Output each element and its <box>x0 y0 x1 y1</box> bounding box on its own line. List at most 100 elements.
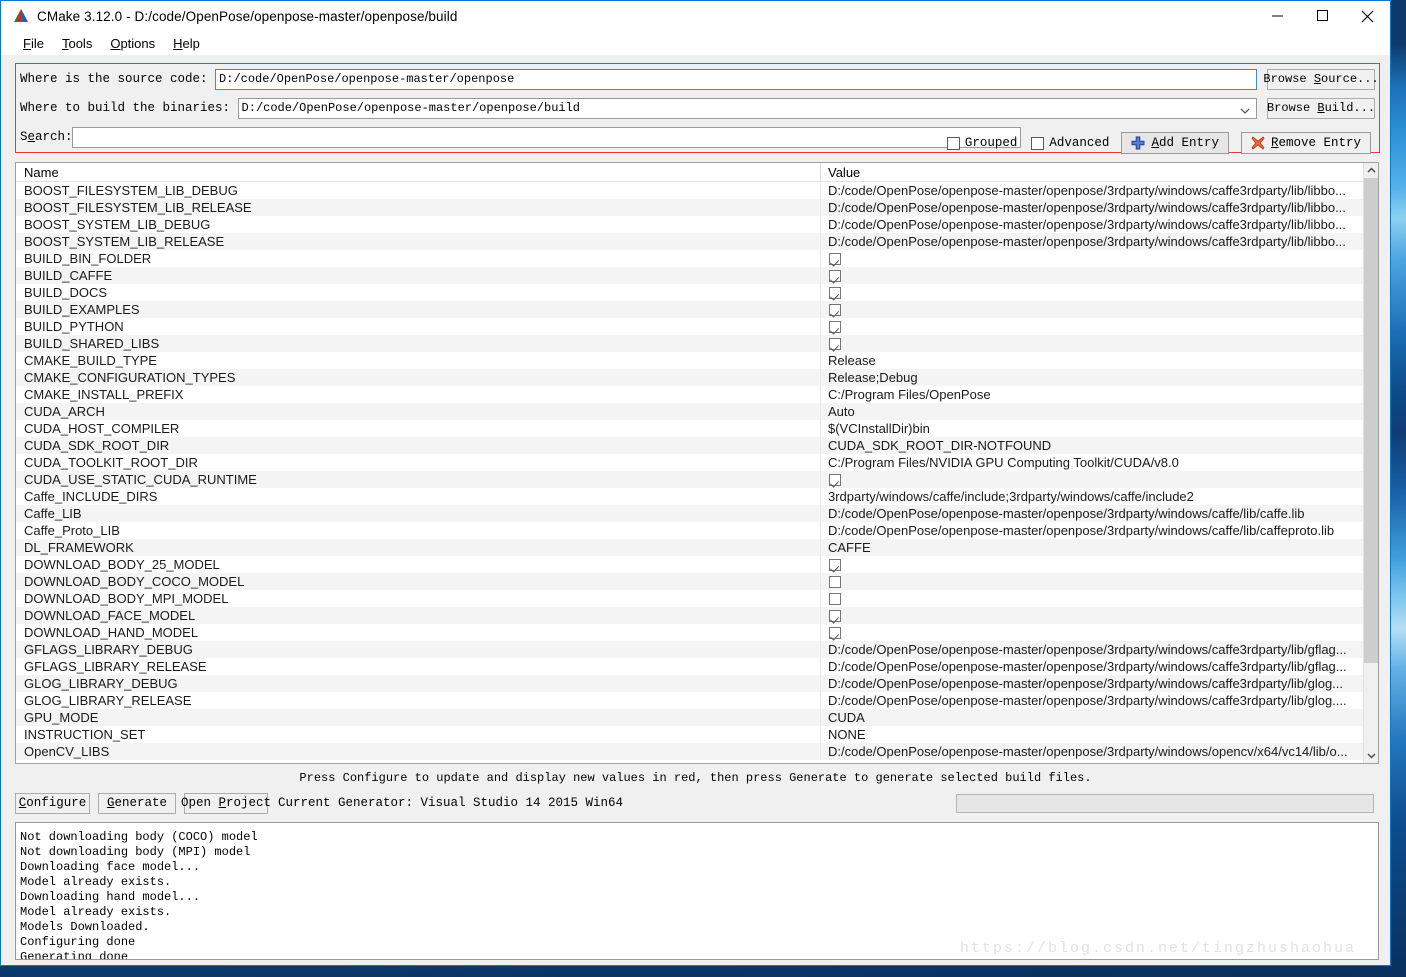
table-row[interactable]: BUILD_DOCS <box>16 284 1363 301</box>
cache-variable-value[interactable]: D:/code/OpenPose/openpose-master/openpos… <box>820 641 1363 658</box>
table-row[interactable]: GLOG_LIBRARY_RELEASE D:/code/OpenPose/ope… <box>16 692 1363 709</box>
table-row[interactable]: DOWNLOAD_FACE_MODEL <box>16 607 1363 624</box>
value-checkbox[interactable] <box>829 473 841 486</box>
scroll-up-icon[interactable] <box>1363 163 1378 178</box>
cache-variable-value[interactable]: Release;Debug <box>820 369 1363 386</box>
table-row[interactable]: BUILD_EXAMPLES <box>16 301 1363 318</box>
table-row[interactable]: CMAKE_CONFIGURATION_TYPES Release;Debug <box>16 369 1363 386</box>
cache-variable-value[interactable] <box>820 301 1363 318</box>
column-header-name[interactable]: Name <box>16 163 820 181</box>
table-row[interactable]: GFLAGS_LIBRARY_RELEASE D:/code/OpenPose/o… <box>16 658 1363 675</box>
table-row[interactable]: BOOST_SYSTEM_LIB_DEBUG D:/code/OpenPose/o… <box>16 216 1363 233</box>
table-row[interactable]: DOWNLOAD_HAND_MODEL <box>16 624 1363 641</box>
cache-variable-value[interactable]: D:/code/OpenPose/openpose-master/openpos… <box>820 233 1363 250</box>
add-entry-button[interactable]: Add Entry <box>1121 132 1229 154</box>
table-row[interactable]: OpenCV_LIBS D:/code/OpenPose/openpose-mas… <box>16 743 1363 760</box>
table-row[interactable]: Caffe_INCLUDE_DIRS 3rdparty/windows/caffe… <box>16 488 1363 505</box>
cache-variable-value[interactable] <box>820 607 1363 624</box>
cache-variable-value[interactable] <box>820 267 1363 284</box>
table-row[interactable]: CUDA_SDK_ROOT_DIR CUDA_SDK_ROOT_DIR-NOTFO… <box>16 437 1363 454</box>
menu-help[interactable]: Help <box>165 34 210 53</box>
cache-variable-value[interactable]: D:/code/OpenPose/openpose-master/openpos… <box>820 505 1363 522</box>
table-row[interactable]: CUDA_ARCH Auto <box>16 403 1363 420</box>
value-checkbox[interactable] <box>829 609 841 622</box>
value-checkbox[interactable] <box>829 286 841 299</box>
cache-variable-value[interactable]: D:/code/OpenPose/openpose-master/openpos… <box>820 182 1363 199</box>
table-row[interactable]: Caffe_LIB D:/code/OpenPose/openpose-maste… <box>16 505 1363 522</box>
source-path-input[interactable] <box>215 68 1257 90</box>
minimize-icon[interactable] <box>1255 1 1300 31</box>
table-row[interactable]: CUDA_HOST_COMPILER $(VCInstallDir)bin <box>16 420 1363 437</box>
cache-variable-value[interactable]: D:/code/OpenPose/openpose-master/openpos… <box>820 675 1363 692</box>
cache-variable-value[interactable] <box>820 556 1363 573</box>
cache-variable-value[interactable]: CUDA <box>820 709 1363 726</box>
cache-variable-value[interactable]: D:/code/OpenPose/openpose-master/openpos… <box>820 658 1363 675</box>
cache-variable-value[interactable] <box>820 471 1363 488</box>
advanced-checkbox[interactable]: Advanced <box>1031 136 1109 150</box>
table-vertical-scrollbar[interactable] <box>1363 163 1378 763</box>
advanced-checkbox-box[interactable] <box>1031 136 1045 150</box>
table-row[interactable]: BUILD_PYTHON <box>16 318 1363 335</box>
cache-variable-value[interactable]: C:/Program Files/OpenPose <box>820 386 1363 403</box>
table-row[interactable]: CUDA_TOOLKIT_ROOT_DIR C:/Program Files/NV… <box>16 454 1363 471</box>
close-icon[interactable] <box>1345 1 1390 31</box>
table-row[interactable]: INSTRUCTION_SET NONE <box>16 726 1363 743</box>
value-checkbox[interactable] <box>829 558 841 571</box>
table-row[interactable]: DOWNLOAD_BODY_25_MODEL <box>16 556 1363 573</box>
cache-variable-value[interactable]: CAFFE <box>820 539 1363 556</box>
browse-source-button[interactable]: Browse Source... <box>1263 68 1379 90</box>
cache-variable-value[interactable]: $(VCInstallDir)bin <box>820 420 1363 437</box>
scrollbar-thumb[interactable] <box>1364 178 1378 663</box>
table-row[interactable]: BOOST_FILESYSTEM_LIB_DEBUG D:/code/OpenPo… <box>16 182 1363 199</box>
cache-variable-value[interactable]: Auto <box>820 403 1363 420</box>
column-header-value[interactable]: Value <box>820 163 1363 181</box>
generate-button[interactable]: Generate <box>98 792 176 814</box>
value-checkbox[interactable] <box>829 592 841 605</box>
value-checkbox[interactable] <box>829 320 841 333</box>
output-log[interactable]: Model already exists. Not downloading bod… <box>15 822 1379 960</box>
chevron-down-icon[interactable] <box>1239 104 1251 114</box>
remove-entry-button[interactable]: Remove Entry <box>1240 132 1371 154</box>
table-row[interactable]: DOWNLOAD_BODY_COCO_MODEL <box>16 573 1363 590</box>
cache-variable-value[interactable] <box>820 590 1363 607</box>
maximize-icon[interactable] <box>1300 1 1345 31</box>
value-checkbox[interactable] <box>829 303 841 316</box>
menu-tools[interactable]: Tools <box>54 34 102 53</box>
table-row[interactable]: BUILD_CAFFE <box>16 267 1363 284</box>
scroll-down-icon[interactable] <box>1364 748 1378 763</box>
build-path-combo[interactable]: D:/code/OpenPose/openpose-master/openpos… <box>237 97 1257 119</box>
open-project-button[interactable]: Open Project <box>181 792 271 814</box>
table-row[interactable]: DOWNLOAD_BODY_MPI_MODEL <box>16 590 1363 607</box>
table-row[interactable]: Caffe_Proto_LIB D:/code/OpenPose/openpose… <box>16 522 1363 539</box>
value-checkbox[interactable] <box>829 269 841 282</box>
search-input[interactable] <box>72 126 1021 148</box>
table-row[interactable]: GLOG_LIBRARY_DEBUG D:/code/OpenPose/openp… <box>16 675 1363 692</box>
table-row[interactable]: CMAKE_INSTALL_PREFIX C:/Program Files/Ope… <box>16 386 1363 403</box>
grouped-checkbox[interactable]: Grouped <box>946 136 1017 150</box>
cache-variable-value[interactable] <box>820 318 1363 335</box>
cache-variable-value[interactable]: D:/code/OpenPose/openpose-master/openpos… <box>820 199 1363 216</box>
cache-variable-value[interactable] <box>820 624 1363 641</box>
cache-variable-value[interactable]: D:/code/OpenPose/openpose-master/openpos… <box>820 522 1363 539</box>
browse-build-button[interactable]: Browse Build... <box>1267 97 1375 119</box>
cache-variable-value[interactable] <box>820 335 1363 352</box>
cache-variable-value[interactable]: C:/Program Files/NVIDIA GPU Computing To… <box>820 454 1363 471</box>
menu-file[interactable]: FFileile <box>15 34 54 53</box>
table-row[interactable]: BUILD_SHARED_LIBS <box>16 335 1363 352</box>
cache-variable-value[interactable]: NONE <box>820 726 1363 743</box>
cache-variable-value[interactable]: CUDA_SDK_ROOT_DIR-NOTFOUND <box>820 437 1363 454</box>
cache-variable-value[interactable]: 3rdparty/windows/caffe/include;3rdparty/… <box>820 488 1363 505</box>
table-row[interactable]: BOOST_SYSTEM_LIB_RELEASE D:/code/OpenPose… <box>16 233 1363 250</box>
cache-variable-value[interactable]: Release <box>820 352 1363 369</box>
cache-variable-value[interactable]: D:/code/OpenPose/openpose-master/openpos… <box>820 692 1363 709</box>
grouped-checkbox-box[interactable] <box>946 136 960 150</box>
table-row[interactable]: GPU_MODE CUDA <box>16 709 1363 726</box>
table-row[interactable]: GFLAGS_LIBRARY_DEBUG D:/code/OpenPose/ope… <box>16 641 1363 658</box>
table-row[interactable]: CUDA_USE_STATIC_CUDA_RUNTIME <box>16 471 1363 488</box>
menu-options[interactable]: Options <box>102 34 165 53</box>
cache-variable-value[interactable] <box>820 284 1363 301</box>
cache-variable-value[interactable] <box>820 573 1363 590</box>
table-row[interactable]: BUILD_BIN_FOLDER <box>16 250 1363 267</box>
value-checkbox[interactable] <box>829 252 841 265</box>
table-row[interactable]: DL_FRAMEWORK CAFFE <box>16 539 1363 556</box>
